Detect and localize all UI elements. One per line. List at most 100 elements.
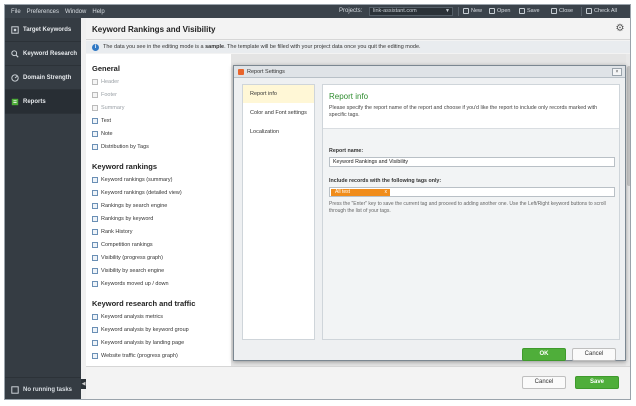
template-icon xyxy=(92,242,98,248)
toolbar-separator xyxy=(581,7,582,16)
tab-color-font-settings[interactable]: Color and Font settings xyxy=(243,104,314,122)
template-icon xyxy=(92,190,98,196)
template-item-label: Text xyxy=(101,118,112,124)
template-item[interactable]: Text xyxy=(92,118,111,124)
template-icon xyxy=(92,216,98,222)
template-item[interactable]: Summary xyxy=(92,105,125,111)
template-icon xyxy=(92,281,98,287)
sidebar-item-label: Reports xyxy=(23,98,46,105)
template-item[interactable]: Header xyxy=(92,79,119,85)
template-icon xyxy=(92,118,98,124)
close-button-label: Close xyxy=(559,8,574,14)
sidebar-item-domain-strength[interactable]: Domain Strength xyxy=(5,66,81,90)
menu-file[interactable]: File xyxy=(11,9,21,15)
template-item-label: Visibility (progress graph) xyxy=(101,255,163,261)
template-icon xyxy=(92,327,98,333)
page-title: Keyword Rankings and Visibility xyxy=(92,25,216,34)
remove-tag-icon[interactable]: x xyxy=(385,189,388,196)
template-item-label: Keyword rankings (detailed view) xyxy=(101,190,182,196)
report-name-input[interactable] xyxy=(329,157,615,167)
template-item[interactable]: Keyword rankings (detailed view) xyxy=(92,190,182,196)
vertical-scrollbar[interactable] xyxy=(626,54,630,366)
save-button[interactable]: Save xyxy=(575,376,619,389)
template-item[interactable]: Website traffic (progress graph) xyxy=(92,353,178,359)
template-item[interactable]: Distribution by Tags xyxy=(92,144,149,150)
template-icon xyxy=(92,177,98,183)
dialog-title: Report Settings xyxy=(247,68,285,75)
project-select[interactable]: link-assistant.com ▼ xyxy=(369,7,453,16)
template-item[interactable]: Keyword analysis by keyword group xyxy=(92,327,189,333)
template-item[interactable]: Rank History xyxy=(92,229,132,235)
report-info-header: Report info Please specify the report na… xyxy=(323,85,619,129)
info-text-bold: sample xyxy=(205,44,225,50)
template-icon xyxy=(92,144,98,150)
tab-report-info[interactable]: Report info xyxy=(243,85,314,103)
dialog-content: Report info Please specify the report na… xyxy=(322,84,620,340)
scrollbar-thumb[interactable] xyxy=(627,66,630,186)
new-button-label: New xyxy=(471,8,483,14)
open-button-label: Open xyxy=(497,8,511,14)
template-item-label: Keyword rankings (summary) xyxy=(101,177,173,183)
template-item[interactable]: Keyword analysis by landing page xyxy=(92,340,184,346)
project-select-value: link-assistant.com xyxy=(373,8,417,14)
save-menu-label: Save xyxy=(527,8,540,14)
check-icon xyxy=(586,8,592,14)
template-item[interactable]: Visibility by search engine xyxy=(92,268,164,274)
cancel-button[interactable]: Cancel xyxy=(522,376,566,389)
page-header: Keyword Rankings and Visibility ⚙ xyxy=(86,18,630,40)
section-heading: Keyword research and traffic xyxy=(92,299,196,308)
template-item[interactable]: Note xyxy=(92,131,113,137)
dialog-tabs: Report info Color and Font settings Loca… xyxy=(242,84,315,340)
template-list: General Header Footer Summary Text Note Distri… xyxy=(86,54,231,366)
template-item-label: Competition rankings xyxy=(101,242,153,248)
tag-chip[interactable]: All test x xyxy=(331,189,390,196)
report-settings-dialog: Report Settings × Report info Color and … xyxy=(233,65,626,361)
ok-button[interactable]: OK xyxy=(522,348,566,361)
save-menu-button[interactable]: Save xyxy=(519,8,540,14)
sidebar-item-label: Target Keywords xyxy=(23,26,72,33)
dialog-title-bar[interactable]: Report Settings × xyxy=(234,66,625,78)
info-text: The data you see in the editing mode is … xyxy=(103,44,421,50)
menu-help[interactable]: Help xyxy=(92,9,104,15)
template-item[interactable]: Keywords moved up / down xyxy=(92,281,169,287)
floppy-icon xyxy=(519,8,525,14)
sidebar-item-label: Keyword Research xyxy=(23,50,78,57)
template-icon xyxy=(92,353,98,359)
report-name-label: Report name: xyxy=(329,148,364,154)
template-item[interactable]: Rankings by keyword xyxy=(92,216,153,222)
template-item[interactable]: Rankings by search engine xyxy=(92,203,167,209)
open-button[interactable]: Open xyxy=(489,8,510,14)
sidebar-item-keyword-research[interactable]: Keyword Research xyxy=(5,42,81,66)
menu-preferences[interactable]: Preferences xyxy=(27,9,59,15)
template-item[interactable]: Competition rankings xyxy=(92,242,153,248)
check-all-button[interactable]: Check All xyxy=(586,8,617,14)
task-status[interactable]: No running tasks xyxy=(5,377,81,399)
info-icon: i xyxy=(92,43,99,51)
menu-window[interactable]: Window xyxy=(65,9,86,15)
tags-input[interactable]: All test x xyxy=(329,187,615,197)
dialog-close-button[interactable]: × xyxy=(612,68,622,76)
template-item-label: Summary xyxy=(101,105,125,111)
info-bar: i The data you see in the editing mode i… xyxy=(86,41,630,53)
section-heading: Keyword rankings xyxy=(92,162,158,171)
new-file-icon xyxy=(463,8,469,14)
template-item[interactable]: Visibility (progress graph) xyxy=(92,255,163,261)
template-item[interactable]: Keyword rankings (summary) xyxy=(92,177,173,183)
template-item[interactable]: Keyword analysis metrics xyxy=(92,314,163,320)
footer: Cancel Save xyxy=(86,366,630,399)
close-button[interactable]: Close xyxy=(551,8,573,14)
template-icon xyxy=(92,105,98,111)
chevron-down-icon: ▼ xyxy=(445,8,450,14)
gear-icon[interactable]: ⚙ xyxy=(614,23,626,35)
info-text-suffix: . The template will be filled with your … xyxy=(224,44,421,50)
template-icon xyxy=(92,92,98,98)
template-item-label: Website traffic (progress graph) xyxy=(101,353,178,359)
dialog-cancel-button[interactable]: Cancel xyxy=(572,348,616,361)
report-icon xyxy=(11,98,19,105)
template-icon xyxy=(92,229,98,235)
new-button[interactable]: New xyxy=(463,8,482,14)
sidebar-item-target-keywords[interactable]: Target Keywords xyxy=(5,18,81,42)
sidebar-item-reports[interactable]: Reports xyxy=(5,90,81,114)
tab-localization[interactable]: Localization xyxy=(243,123,314,141)
template-item[interactable]: Footer xyxy=(92,92,117,98)
